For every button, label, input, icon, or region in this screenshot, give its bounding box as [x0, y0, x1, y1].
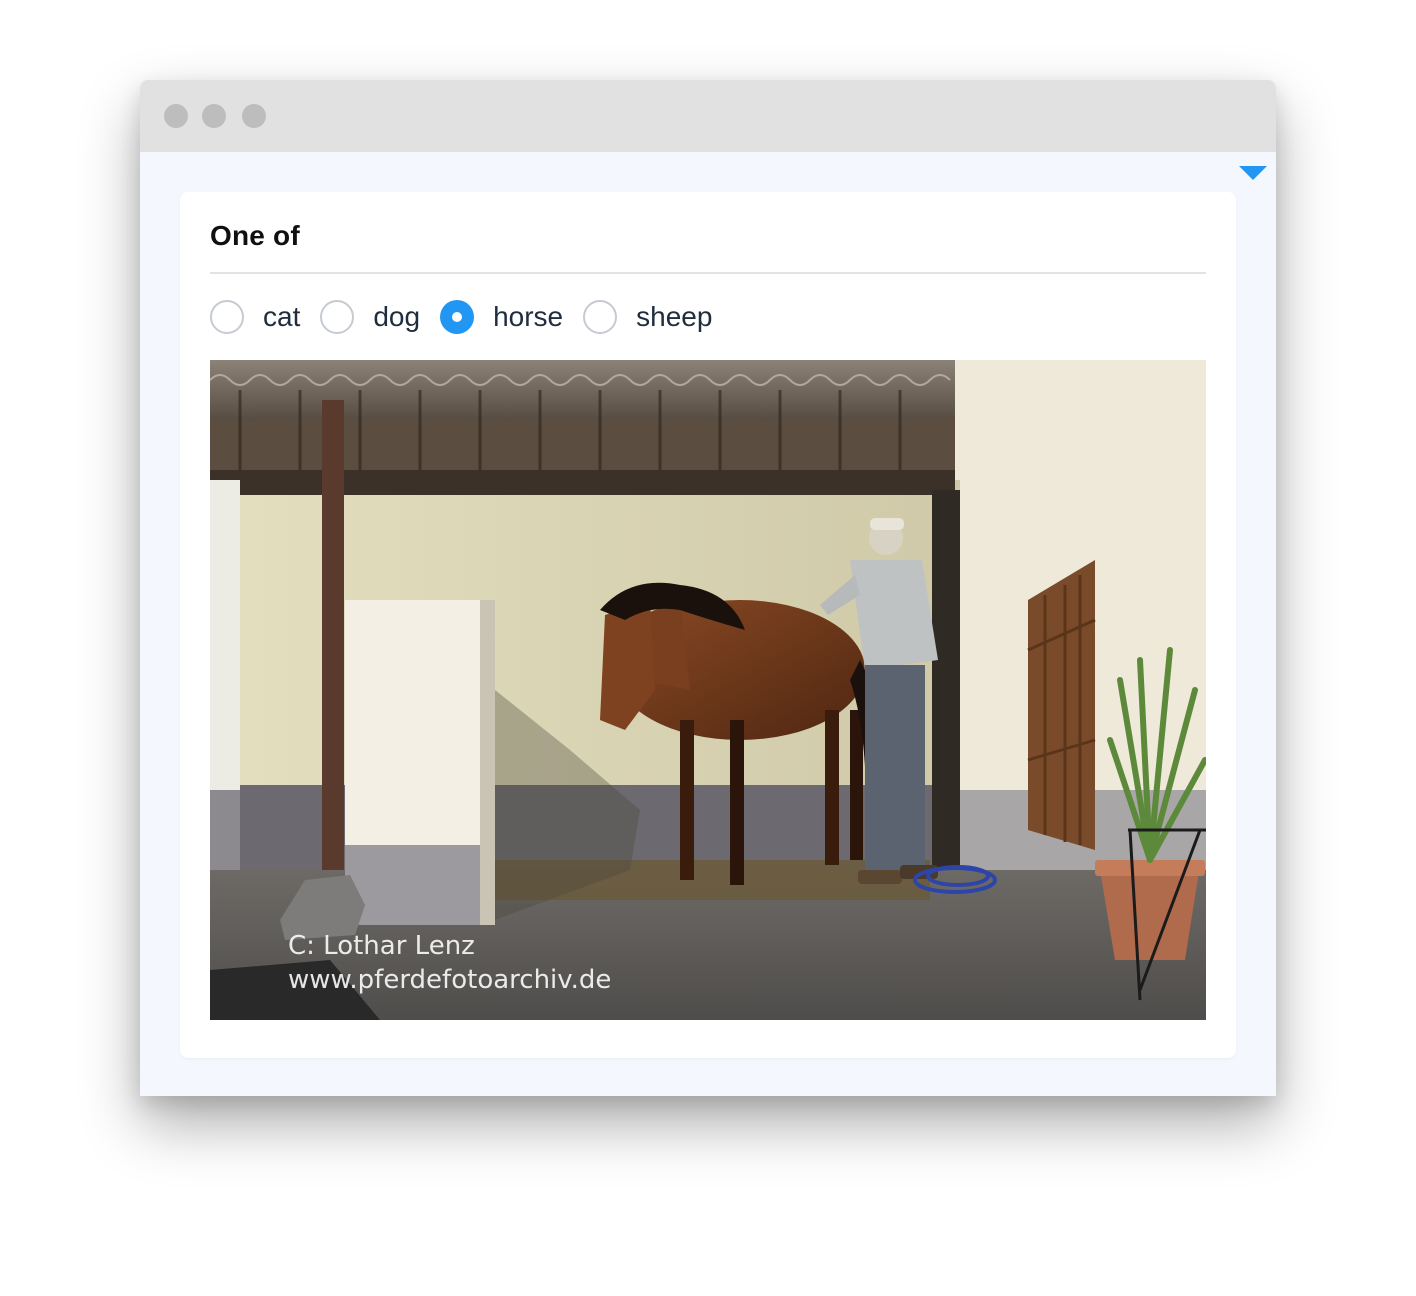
radio-button[interactable]: [583, 300, 618, 334]
survey-content: One of cat dog horse sheep C: Lothar Len…: [140, 152, 1276, 1096]
browser-window: One of cat dog horse sheep C: Lothar Len…: [140, 80, 1276, 1096]
choice-label: sheep: [636, 301, 713, 332]
choice-horse[interactable]: horse: [440, 300, 563, 334]
title-divider: [210, 272, 1206, 274]
maximize-window-button[interactable]: [242, 104, 266, 128]
triangle-down-icon: [1239, 166, 1267, 180]
radio-group: cat dog horse sheep: [210, 298, 732, 336]
collapse-button[interactable]: [1230, 152, 1276, 200]
radio-button[interactable]: [320, 300, 355, 334]
close-window-button[interactable]: [164, 104, 188, 128]
choice-dog[interactable]: dog: [320, 300, 420, 334]
choice-label: dog: [373, 301, 421, 332]
question-card: One of cat dog horse sheep C: Lothar Len…: [180, 192, 1236, 1058]
choice-cat[interactable]: cat: [210, 300, 300, 334]
question-title: One of: [210, 220, 300, 251]
horse-stable-photo: C: Lothar Lenz www.pferdefotoarchiv.de: [210, 360, 1206, 1020]
radio-button[interactable]: [210, 300, 244, 334]
photo-watermark-url: www.pferdefotoarchiv.de: [288, 965, 611, 995]
question-image: C: Lothar Lenz www.pferdefotoarchiv.de: [210, 360, 1206, 1020]
minimize-window-button[interactable]: [202, 104, 226, 128]
photo-watermark-credit: C: Lothar Lenz: [288, 931, 475, 961]
radio-button-checked[interactable]: [440, 300, 475, 334]
window-titlebar: [140, 80, 1276, 152]
choice-sheep[interactable]: sheep: [583, 300, 712, 334]
choice-label: horse: [493, 301, 564, 332]
choice-label: cat: [263, 301, 301, 332]
